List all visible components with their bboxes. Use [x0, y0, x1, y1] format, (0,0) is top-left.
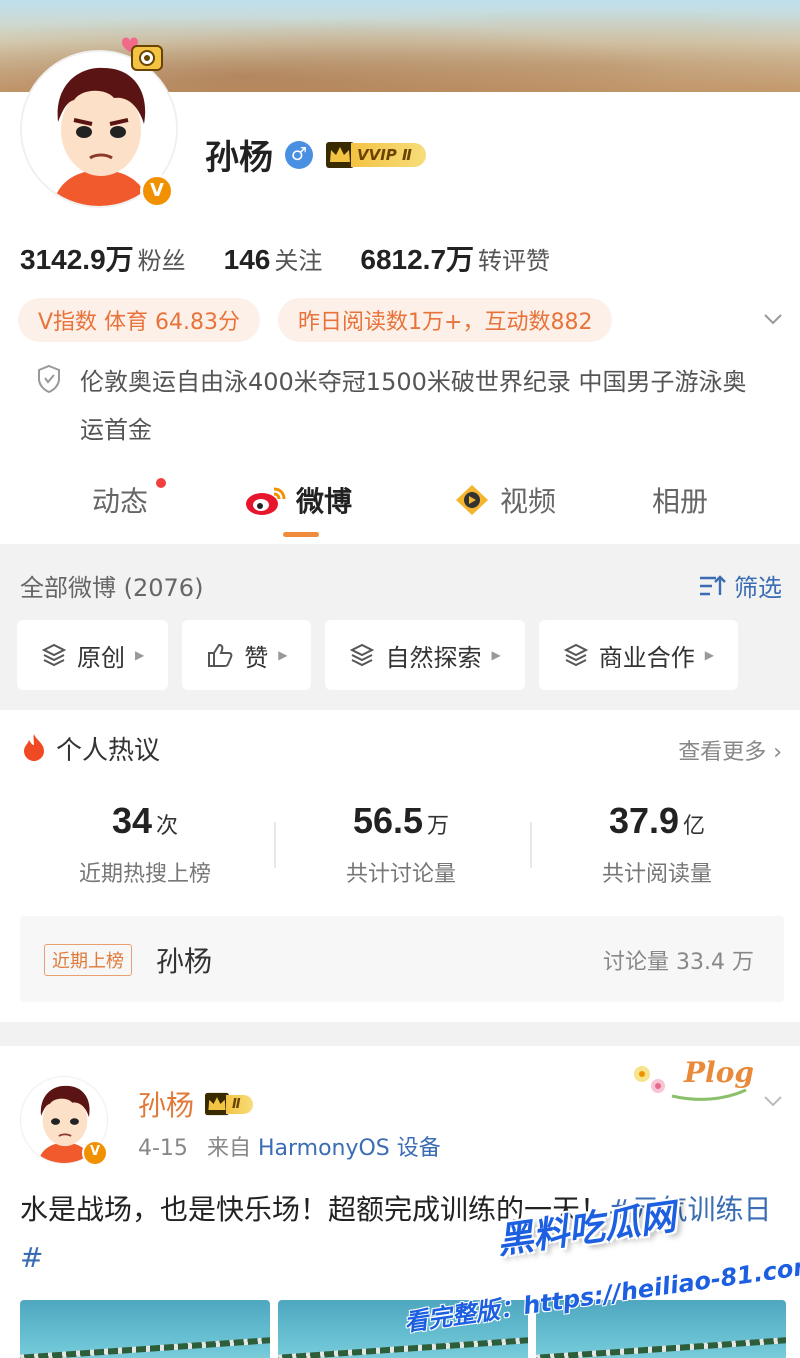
- discussion-stat: 56.5 万 共计讨论量: [276, 800, 526, 888]
- category-likes[interactable]: 赞 ▶: [182, 620, 312, 690]
- post-image[interactable]: [20, 1300, 270, 1358]
- category-label: 商业合作: [598, 643, 695, 672]
- category-original[interactable]: 原创 ▶: [17, 620, 169, 690]
- discussion-unit: 万: [427, 814, 450, 839]
- profile-stats: 3142.9万 粉丝 146 关注 6812.7万 转评赞: [20, 238, 550, 278]
- watermark-url: 看完整版：https://heiliao-81.com: [402, 1251, 800, 1337]
- hot-search-unit: 次: [156, 814, 179, 839]
- discussion-count: 56.5: [352, 800, 424, 841]
- male-gender-icon: ♂: [285, 140, 313, 169]
- reading-stats-chip[interactable]: 昨日阅读数1万+，互动数882: [278, 298, 613, 342]
- profile-bio: 伦敦奥运自由泳400米夺冠1500米破世界纪录 中国男子游泳奥运首金: [80, 368, 747, 444]
- plog-text: Plog: [684, 1056, 754, 1089]
- filter-button[interactable]: 筛选: [698, 568, 782, 603]
- vvip-label: Ⅱ: [226, 1094, 253, 1114]
- notification-dot: [156, 478, 166, 488]
- weibo-logo-icon: [246, 487, 286, 515]
- fire-icon: [24, 734, 44, 761]
- chevron-down-icon[interactable]: [760, 1088, 786, 1114]
- filter-icon: [700, 574, 726, 595]
- vvip-badge[interactable]: Ⅱ: [204, 1089, 253, 1119]
- vvip-badge[interactable]: VVIP Ⅱ: [325, 140, 426, 170]
- tab-dynamics-label: 动态: [92, 485, 149, 518]
- category-label: 自然探索: [385, 643, 482, 672]
- interactions-label: 转评赞: [478, 248, 551, 275]
- hot-search-caption: 近期热搜上榜: [78, 862, 211, 887]
- hot-topics-title: 个人热议: [56, 736, 161, 766]
- chevron-down-icon[interactable]: [760, 306, 786, 332]
- caret-right-icon: ▶: [704, 648, 714, 662]
- category-list: 原创 ▶ 赞 ▶ 自然探索 ▶ 商业合作 ▶: [17, 620, 738, 690]
- following-label: 关注: [274, 248, 323, 275]
- profile-name: 孙杨: [205, 138, 273, 178]
- filter-label: 筛选: [734, 574, 782, 602]
- caret-right-icon: ▶: [491, 648, 501, 662]
- tab-weibo[interactable]: 微博: [244, 480, 352, 520]
- hot-topics-card: 个人热议 查看更多 › 34 次 近期热搜上榜 56.5 万 共计讨论量 37.9 亿…: [0, 710, 800, 1022]
- post-author-row: 孙杨 Ⅱ: [138, 1084, 253, 1124]
- caret-right-icon: ▶: [135, 648, 145, 662]
- recent-trend-row[interactable]: 近期上榜 孙杨 讨论量 33.4 万: [20, 916, 784, 1002]
- followers-label: 粉丝: [137, 248, 186, 275]
- tab-album[interactable]: 相册: [652, 480, 708, 520]
- vvip-label: VVIP Ⅱ: [351, 142, 426, 167]
- shield-icon: [38, 364, 60, 394]
- thumbs-up-icon: [208, 643, 233, 667]
- caret-right-icon: ▶: [278, 648, 288, 662]
- following-count: 146: [223, 244, 271, 275]
- reads-unit: 亿: [683, 814, 706, 839]
- feed-filter-section: 全部微博 (2076) 筛选 原创 ▶ 赞 ▶ 自然探索 ▶ 商业合作 ▶: [0, 544, 800, 710]
- tab-video[interactable]: 视频: [452, 480, 556, 520]
- profile-name-row: 孙杨 ♂ VVIP Ⅱ: [205, 130, 426, 179]
- profile-tabs: 动态 微博 视频 相册: [0, 470, 800, 544]
- post-source[interactable]: HarmonyOS 设备: [258, 1136, 441, 1161]
- category-nature[interactable]: 自然探索 ▶: [325, 620, 525, 690]
- v-index-chip[interactable]: V指数 体育 64.83分: [18, 298, 261, 342]
- discussion-caption: 共计讨论量: [345, 862, 456, 887]
- view-more-link[interactable]: 查看更多 ›: [678, 734, 782, 766]
- watermark-overlay: 黑料吃瓜网 看完整版：https://heiliao-81.com: [400, 1196, 800, 1346]
- post-meta: 4-15 来自 HarmonyOS 设备: [138, 1130, 441, 1162]
- plog-sticker: Plog: [628, 1052, 754, 1106]
- category-label: 赞: [244, 643, 269, 672]
- stat-following[interactable]: 146 关注: [224, 241, 323, 276]
- stat-followers[interactable]: 3142.9万 粉丝: [20, 238, 186, 278]
- layers-icon: [350, 643, 375, 667]
- reads-stat: 37.9 亿 共计阅读量: [532, 800, 782, 888]
- active-tab-indicator: [283, 532, 319, 537]
- category-label: 原创: [77, 643, 125, 672]
- all-posts-count: 全部微博 (2076): [20, 574, 204, 602]
- layers-icon: [563, 643, 588, 667]
- category-business[interactable]: 商业合作 ▶: [538, 620, 738, 690]
- hot-search-stat: 34 次 近期热搜上榜: [20, 800, 270, 888]
- video-icon: [456, 485, 488, 515]
- tab-video-label: 视频: [500, 485, 557, 518]
- post-author-name[interactable]: 孙杨: [138, 1084, 194, 1124]
- trend-topic-name: 孙杨: [156, 945, 213, 978]
- recent-trend-tag: 近期上榜: [44, 944, 132, 976]
- followers-count: 3142.9万: [20, 244, 134, 275]
- tab-weibo-label: 微博: [296, 485, 353, 518]
- profile-chips: V指数 体育 64.83分 昨日阅读数1万+，互动数882: [18, 298, 613, 342]
- tab-dynamics[interactable]: 动态: [92, 480, 148, 520]
- watermark-title: 黑料吃瓜网: [494, 1196, 679, 1263]
- verified-badge-icon: V: [140, 174, 174, 208]
- reads-count: 37.9: [608, 800, 680, 841]
- layers-icon: [41, 643, 67, 667]
- verified-badge-icon: V: [82, 1140, 108, 1166]
- post-date: 4-15: [138, 1136, 188, 1161]
- stat-interactions[interactable]: 6812.7万 转评赞: [360, 238, 550, 278]
- hot-search-count: 34: [111, 800, 153, 841]
- post-source-prefix: 来自: [206, 1136, 251, 1161]
- interactions-count: 6812.7万: [360, 244, 475, 275]
- reads-caption: 共计阅读量: [601, 862, 712, 887]
- camera-sticker-icon: [122, 37, 163, 71]
- tab-album-label: 相册: [652, 485, 709, 518]
- trend-discussion-count: 讨论量 33.4 万: [603, 950, 754, 975]
